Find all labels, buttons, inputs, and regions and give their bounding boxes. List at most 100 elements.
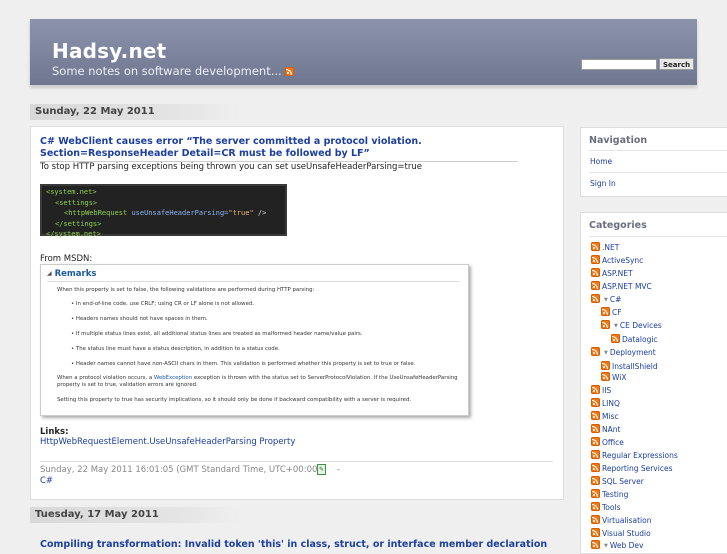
rss-icon[interactable] [611, 334, 620, 343]
search-button[interactable]: Search [659, 58, 695, 70]
remarks-bullet: If multiple status lines exist, all addi… [71, 331, 363, 337]
categories-panel: Categories .NET ActiveSync ASP.NET ASP.N… [580, 212, 727, 554]
category-item[interactable]: Reporting Services [591, 463, 672, 473]
divider [589, 236, 727, 237]
rss-icon[interactable] [591, 294, 600, 303]
category-label: ActiveSync [602, 256, 644, 265]
category-label: SQL Server [602, 477, 644, 486]
category-item[interactable]: Virtualisation [591, 515, 651, 525]
rss-icon[interactable] [591, 398, 600, 407]
rss-icon[interactable] [601, 372, 610, 381]
post-title[interactable]: C# WebClient causes error “The server co… [40, 136, 518, 162]
rss-icon[interactable] [591, 502, 600, 511]
category-item[interactable]: Office [591, 437, 624, 447]
post-category-link[interactable]: C# [40, 476, 53, 486]
category-label: Datalogic [622, 335, 658, 344]
category-label: IIS [602, 386, 612, 395]
rss-icon[interactable] [591, 528, 600, 537]
remarks-paragraph: Setting this property to true has securi… [57, 397, 412, 403]
rss-icon[interactable] [591, 515, 600, 524]
remarks-bullet: In end-of-line code, use CRLF; using CR … [71, 301, 254, 307]
webexception-link: WebException [153, 375, 193, 381]
code-line: <settings> [55, 198, 98, 207]
remarks-text: property is set to true, validation erro… [57, 382, 198, 388]
from-msdn-label: From MSDN: [40, 254, 93, 264]
category-item[interactable]: Datalogic [611, 334, 658, 344]
code-token: "true" [228, 209, 254, 217]
rss-icon[interactable] [591, 242, 600, 251]
code-line: </system.net> [46, 230, 101, 238]
category-item[interactable]: ASP.NET MVC [591, 281, 652, 291]
rss-icon[interactable] [591, 411, 600, 420]
footer-separator: - [337, 465, 341, 475]
code-token: /> [257, 209, 267, 217]
categories-title: Categories [589, 220, 647, 231]
remarks-title: Remarks [47, 269, 97, 279]
rss-icon[interactable] [591, 463, 600, 472]
code-snippet: <system.net> <settings> <httpWebRequest … [40, 184, 287, 238]
category-item[interactable]: IIS [591, 385, 611, 395]
code-token: <httpWebRequest [64, 209, 128, 217]
msdn-link[interactable]: HttpWebRequestElement.UseUnsafeHeaderPar… [40, 437, 295, 447]
category-item[interactable]: Regular Expressions [591, 450, 678, 460]
category-item[interactable]: ActiveSync [591, 255, 643, 265]
category-item[interactable]: ▼ C# [591, 294, 621, 304]
category-item[interactable]: LINQ [591, 398, 620, 408]
expand-arrow-icon[interactable]: ▼ [604, 350, 608, 356]
category-item[interactable]: NAnt [591, 424, 620, 434]
msdn-remarks-image: Remarks When this property is set to fal… [40, 264, 469, 416]
category-label: Office [602, 438, 624, 447]
remarks-text: When a protocol violation occurs, a [57, 375, 154, 381]
navigation-title: Navigation [589, 135, 648, 146]
site-title[interactable]: Hadsy.net [52, 39, 166, 63]
comment-icon[interactable]: ✎ [317, 464, 326, 475]
category-label: ASP.NET MVC [602, 282, 652, 291]
category-item[interactable]: .NET [591, 242, 619, 252]
category-item[interactable]: Testing [591, 489, 628, 499]
category-label: InstallShield [612, 362, 658, 371]
rss-icon[interactable] [591, 489, 600, 498]
expand-arrow-icon[interactable]: ▼ [614, 323, 618, 329]
category-item[interactable]: Visual Studio [591, 528, 651, 538]
category-item[interactable]: Misc [591, 411, 619, 421]
navigation-panel: Navigation Home Sign In [580, 127, 727, 197]
post-timestamp: Sunday, 22 May 2011 16:01:05 (GMT Standa… [40, 465, 321, 475]
category-label: Virtualisation [602, 516, 652, 525]
rss-icon[interactable] [601, 307, 610, 316]
category-label: C# [609, 295, 622, 304]
remarks-bullet: Headers names should not have spaces in … [71, 316, 208, 322]
rss-icon[interactable] [591, 281, 600, 290]
category-item[interactable]: Tools [591, 502, 620, 512]
divider [47, 281, 460, 282]
category-item[interactable]: WiX [601, 372, 626, 382]
expand-arrow-icon[interactable]: ▼ [604, 297, 608, 303]
remarks-intro: When this property is set to false, the … [57, 287, 315, 293]
category-item[interactable]: SQL Server [591, 476, 644, 486]
category-item[interactable]: ▼ Web Dev [591, 540, 643, 550]
rss-icon[interactable] [591, 347, 600, 356]
code-token: useUnsafeHeaderParsing= [131, 209, 229, 217]
rss-icon[interactable] [591, 385, 600, 394]
expand-arrow-icon[interactable]: ▼ [604, 543, 608, 549]
rss-icon[interactable] [591, 450, 600, 459]
nav-home-link[interactable]: Home [590, 157, 612, 166]
search-input[interactable] [581, 59, 657, 70]
rss-icon[interactable] [601, 320, 610, 329]
category-item[interactable]: ASP.NET [591, 268, 633, 278]
remarks-paragraph: When a protocol violation occurs, a WebE… [57, 375, 462, 389]
rss-icon[interactable] [591, 255, 600, 264]
rss-icon[interactable] [591, 268, 600, 277]
tagline-text: Some notes on software development... [52, 64, 282, 78]
category-item[interactable]: InstallShield [601, 361, 658, 371]
category-item[interactable]: ▼ CE Devices [601, 320, 662, 330]
rss-icon[interactable] [591, 476, 600, 485]
divider [589, 150, 727, 151]
rss-icon[interactable] [591, 424, 600, 433]
nav-signin-link[interactable]: Sign In [590, 179, 616, 188]
divider [589, 172, 727, 173]
rss-icon[interactable] [601, 361, 610, 370]
category-item[interactable]: ▼ Deployment [591, 347, 656, 357]
rss-icon[interactable] [285, 67, 295, 76]
rss-icon[interactable] [591, 437, 600, 446]
category-item[interactable]: CF [601, 307, 622, 317]
